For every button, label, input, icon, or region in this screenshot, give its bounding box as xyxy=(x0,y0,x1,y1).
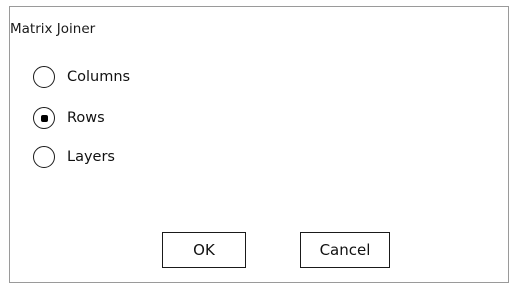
option-rows-label[interactable]: Rows xyxy=(67,110,105,126)
radio-rows[interactable] xyxy=(33,107,55,129)
radio-selected-dot-icon xyxy=(40,114,48,122)
ok-button[interactable]: OK xyxy=(162,232,246,268)
radio-layers[interactable] xyxy=(33,146,55,168)
option-layers[interactable]: Layers xyxy=(33,143,115,171)
dialog-title: Matrix Joiner xyxy=(10,21,96,37)
cancel-button[interactable]: Cancel xyxy=(300,232,390,268)
option-columns-label[interactable]: Columns xyxy=(67,69,130,85)
option-layers-label[interactable]: Layers xyxy=(67,149,115,165)
radio-columns[interactable] xyxy=(33,66,55,88)
option-rows[interactable]: Rows xyxy=(33,104,105,132)
option-columns[interactable]: Columns xyxy=(33,63,130,91)
matrix-joiner-dialog: Matrix Joiner Columns Rows Layers OK Can… xyxy=(9,6,509,283)
